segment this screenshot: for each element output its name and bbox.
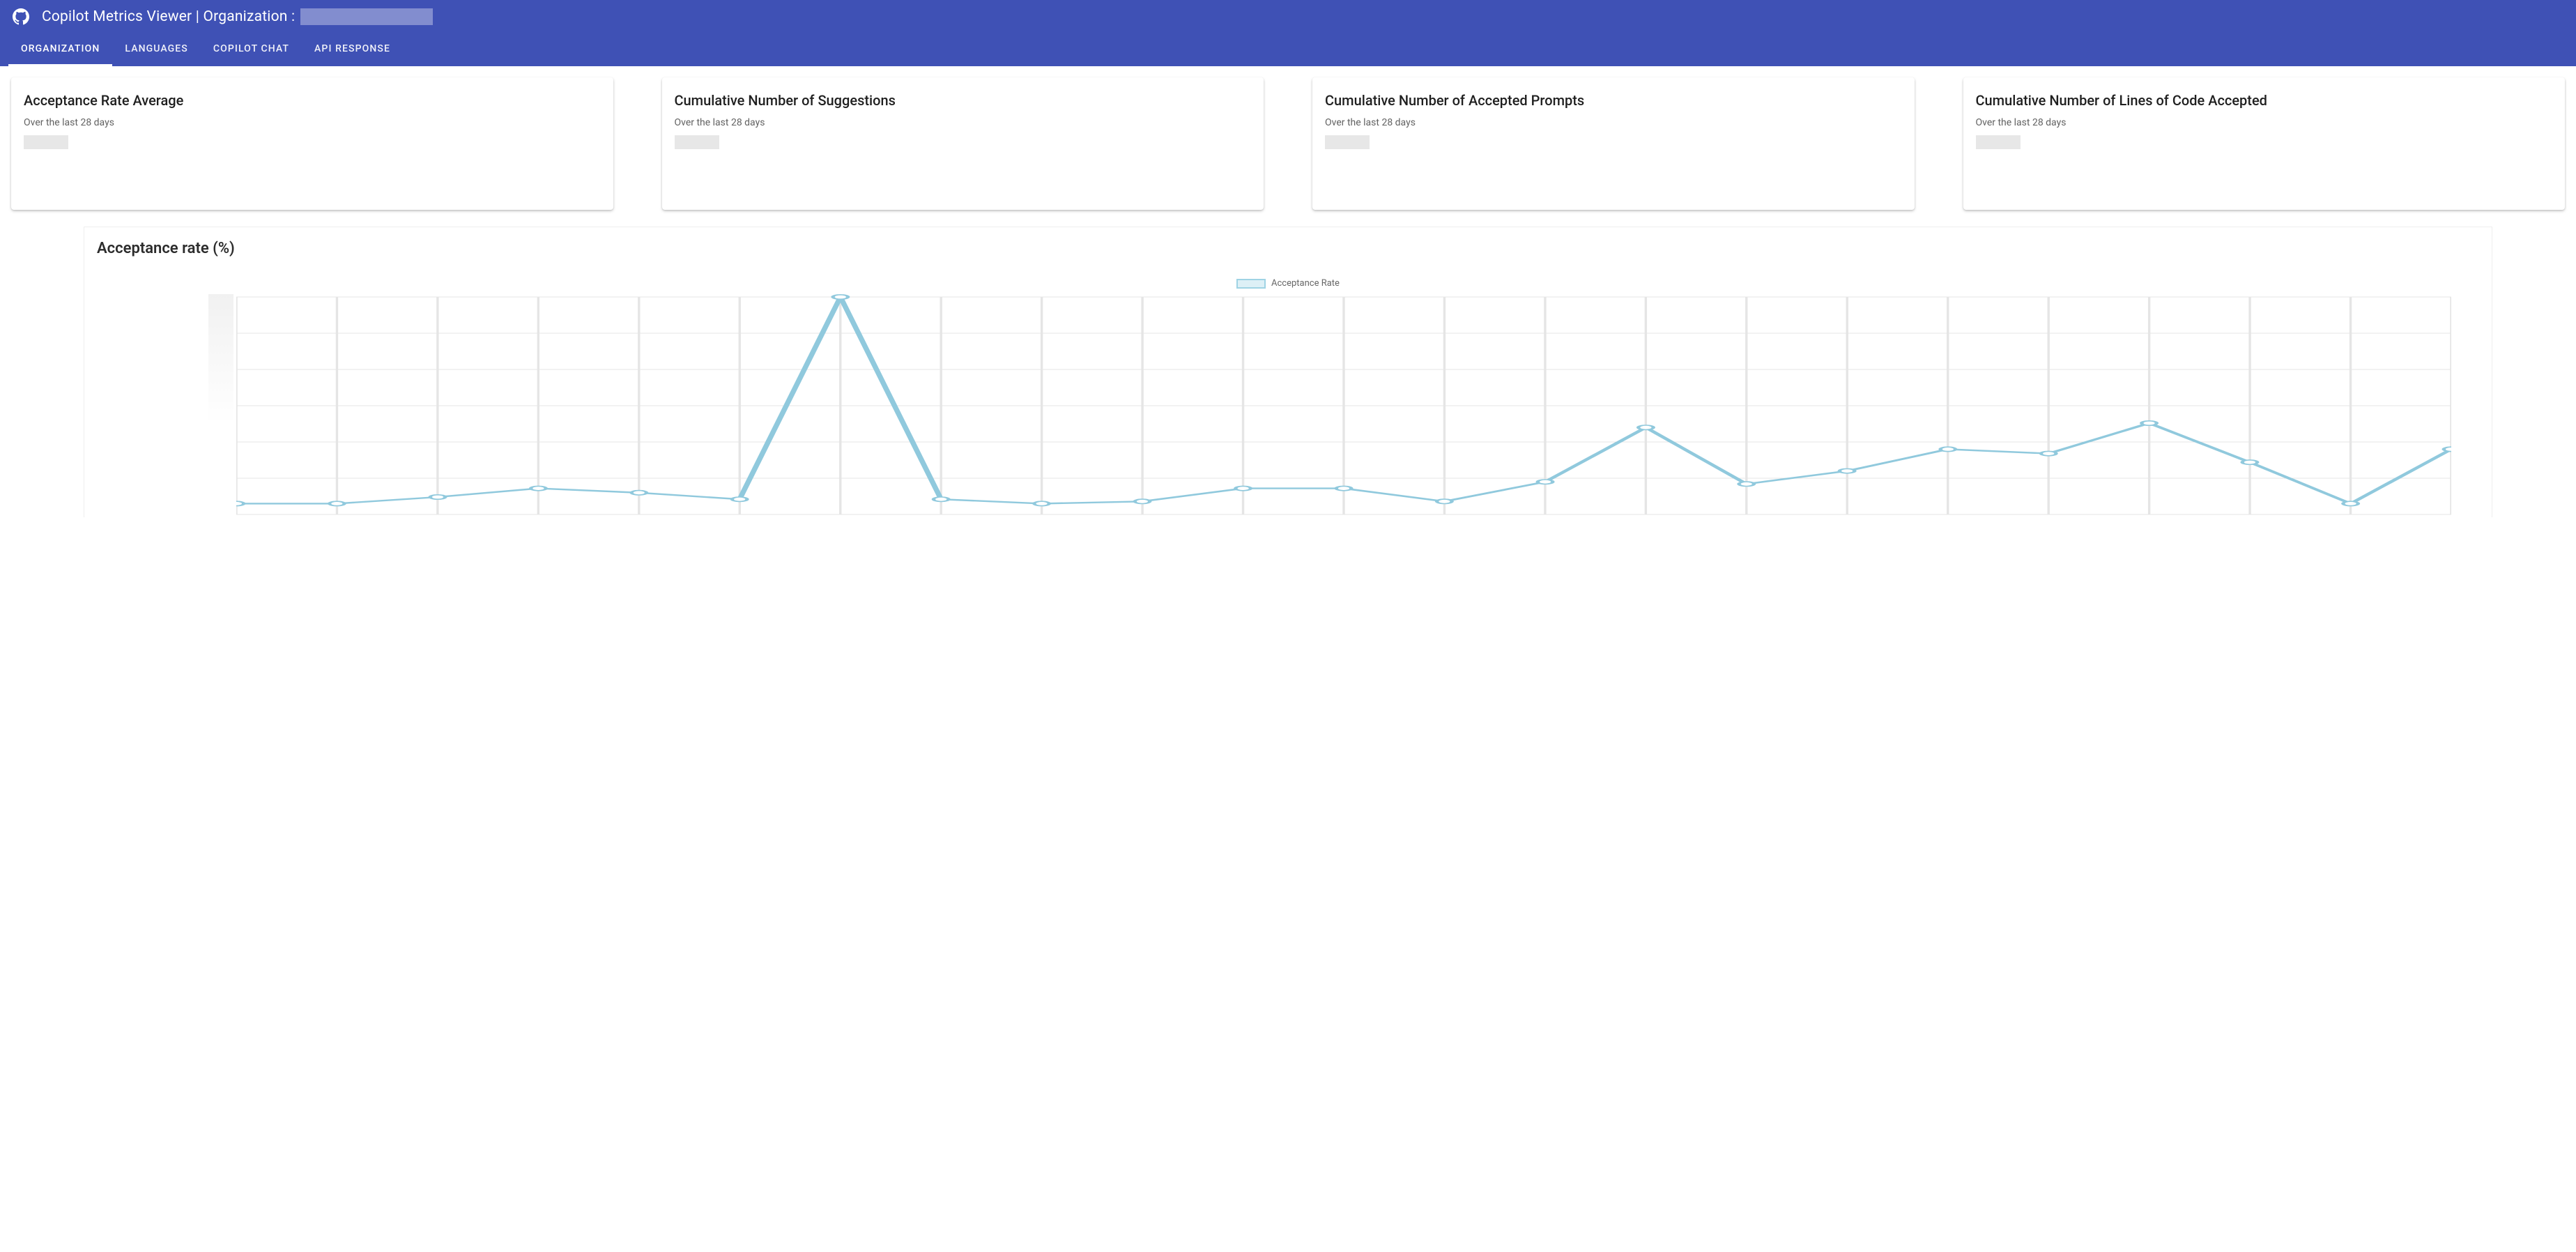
metric-cards-row: Acceptance Rate Average Over the last 28… [0,66,2576,221]
tab-languages[interactable]: LANGUAGES [112,33,200,66]
org-name-redacted [300,8,433,25]
chart-title: Acceptance rate (%) [97,240,2479,257]
card-subtitle: Over the last 28 days [24,117,601,128]
tab-label: COPILOT CHAT [213,43,289,54]
chart-panel-acceptance-rate: Acceptance rate (%) Acceptance Rate [84,227,2492,517]
card-subtitle: Over the last 28 days [1976,117,2553,128]
card-title: Cumulative Number of Accepted Prompts [1325,91,1902,110]
legend-label: Acceptance Rate [1271,278,1340,289]
app-bar-title-row: Copilot Metrics Viewer | Organization : [0,0,2576,33]
tab-copilot-chat[interactable]: COPILOT CHAT [201,33,302,66]
card-value-redacted [1325,135,1370,149]
card-cumulative-suggestions: Cumulative Number of Suggestions Over th… [662,77,1264,210]
card-acceptance-rate-average: Acceptance Rate Average Over the last 28… [11,77,613,210]
card-title: Cumulative Number of Lines of Code Accep… [1976,91,2553,110]
card-value-redacted [675,135,719,149]
y-axis-redacted [208,294,233,424]
card-title: Cumulative Number of Suggestions [675,91,1252,110]
card-cumulative-lines-accepted: Cumulative Number of Lines of Code Accep… [1963,77,2566,210]
card-title: Acceptance Rate Average [24,91,601,110]
chart-legend[interactable]: Acceptance Rate [97,278,2479,289]
chart-area [97,294,2479,517]
chart-plot [236,294,2451,517]
card-value-redacted [1976,135,2021,149]
tab-organization[interactable]: ORGANIZATION [8,33,112,66]
tab-label: LANGUAGES [125,43,187,54]
card-value-redacted [24,135,68,149]
github-icon [13,8,29,25]
card-subtitle: Over the last 28 days [675,117,1252,128]
legend-swatch-icon [1236,279,1266,289]
app-title-text: Copilot Metrics Viewer | Organization : [42,8,295,25]
tab-api-response[interactable]: API RESPONSE [302,33,403,66]
app-title: Copilot Metrics Viewer | Organization : [42,8,433,25]
tab-label: API RESPONSE [314,43,390,54]
card-cumulative-accepted-prompts: Cumulative Number of Accepted Prompts Ov… [1312,77,1915,210]
tabs: ORGANIZATION LANGUAGES COPILOT CHAT API … [0,33,2576,66]
app-bar: Copilot Metrics Viewer | Organization : … [0,0,2576,66]
tab-label: ORGANIZATION [21,43,100,54]
card-subtitle: Over the last 28 days [1325,117,1902,128]
